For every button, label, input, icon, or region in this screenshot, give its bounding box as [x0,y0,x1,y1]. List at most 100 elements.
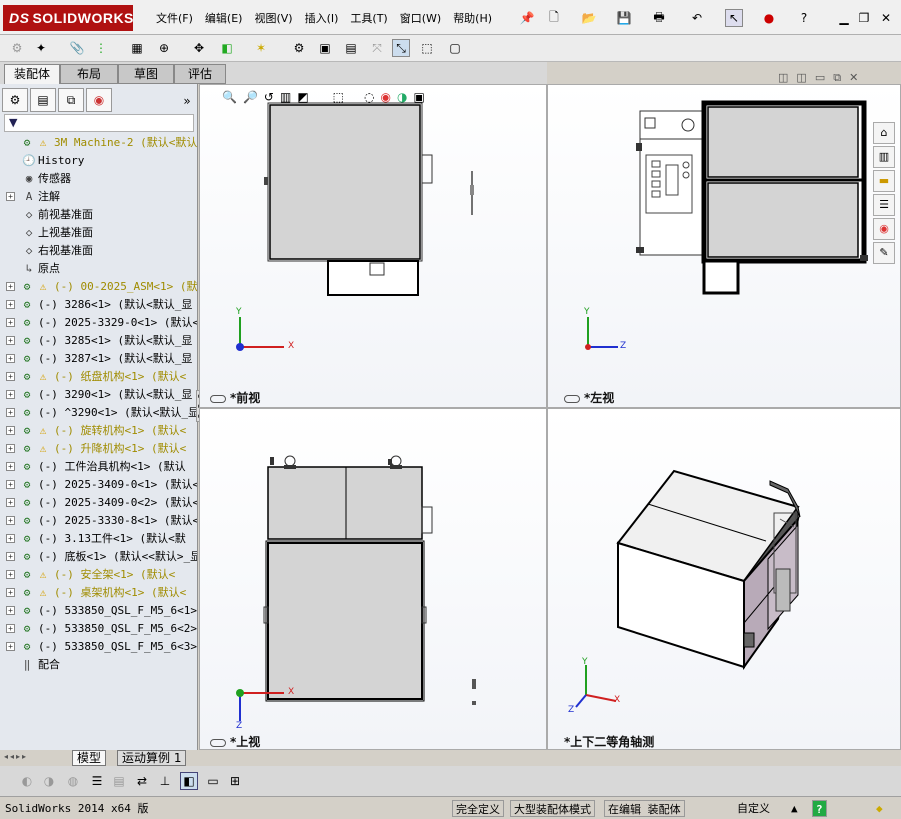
snapshot-icon[interactable]: ▢ [446,39,464,57]
tree-item[interactable]: ◇ 前视基准面 [0,206,197,224]
scene-icon[interactable]: ◑ [397,90,407,110]
expand-toggle-icon[interactable]: + [6,624,15,633]
expand-toggle-icon[interactable]: + [6,318,15,327]
close-view-icon[interactable]: ✕ [849,71,858,85]
tree-item[interactable]: + ⚙ (-) 533850_QSL_F_M5_6<2> [0,620,197,638]
filter-icon[interactable]: ▼ [9,116,17,129]
expand-panel-icon[interactable]: » [178,92,196,110]
menu-window[interactable]: 窗口(W) [394,10,447,26]
tab-layout[interactable]: 布局 [60,64,118,84]
expand-toggle-icon[interactable]: + [6,282,15,291]
status-units[interactable]: 自定义 [734,800,773,817]
restore-icon[interactable]: ❐ [855,9,873,27]
tree-item[interactable]: + ⚙ ⚠ (-) 旋转机构<1> (默认< [0,422,197,440]
display-style-icon[interactable]: ◌ [364,90,374,110]
smart-fasteners-icon[interactable]: ⊕ [155,39,173,57]
solidworks-logo[interactable]: DS SOLIDWORKS [3,5,133,31]
linear-pattern-icon[interactable]: ▦ [128,39,146,57]
rebuild-all-icon[interactable]: ◍ [64,772,82,790]
smart-dimension-icon[interactable]: ◑ [40,772,58,790]
tab-evaluate[interactable]: 评估 [174,64,226,84]
rebuild-icon[interactable]: ● [760,9,778,27]
appearances-icon[interactable]: ◉ [873,218,895,240]
expand-toggle-icon[interactable]: + [6,480,15,489]
tab-sketch[interactable]: 草图 [118,64,174,84]
view-palette-icon[interactable]: ☰ [873,194,895,216]
property-manager-tab-icon[interactable]: ▤ [30,88,56,112]
expand-toggle-icon[interactable]: + [6,606,15,615]
tree-item[interactable]: ↳ 原点 [0,260,197,278]
previous-view-icon[interactable]: ↺ [264,90,274,110]
expand-toggle-icon[interactable]: + [6,426,15,435]
mate-icon[interactable]: ⋮ [92,39,110,57]
expand-toggle-icon[interactable]: + [6,498,15,507]
viewport-front[interactable]: Y X *前视 [199,84,547,408]
tab-motion-study-1[interactable]: 运动算例 1 [117,750,187,766]
display-manager-tab-icon[interactable]: ◉ [86,88,112,112]
tree-item[interactable]: + A 注解 [0,188,197,206]
section-view-icon[interactable]: ▥ [280,90,291,110]
expand-toggle-icon[interactable]: + [6,552,15,561]
expand-toggle-icon[interactable]: + [6,408,15,417]
table-icon[interactable]: ▤ [110,772,128,790]
zoom-to-fit-icon[interactable]: 🔍 [222,90,237,110]
tree-item[interactable]: + ⚙ (-) ^3290<1> (默认<默认_显 [0,404,197,422]
viewport-top[interactable]: X Z *上视 [199,408,547,750]
expand-toggle-icon[interactable]: + [6,390,15,399]
menu-view[interactable]: 视图(V) [248,10,298,26]
file-explorer-icon[interactable]: ▬ [873,170,895,192]
menu-edit[interactable]: 编辑(E) [199,10,249,26]
tree-item[interactable]: + ⚙ ⚠ (-) 纸盘机构<1> (默认< [0,368,197,386]
tab-scroll-arrows[interactable]: ◂◂▸▸ [4,752,28,761]
tab-model[interactable]: 模型 [72,750,107,766]
configuration-manager-tab-icon[interactable]: ⧉ [58,88,84,112]
tree-item[interactable]: + ⚙ (-) 3285<1> (默认<默认_显 [0,332,197,350]
tree-item[interactable]: + ⚙ ⚠ (-) 00-2025_ASM<1> (默认 [0,278,197,296]
custom-properties-icon[interactable]: ✎ [873,242,895,264]
tree-item[interactable]: + ⚙ (-) 2025-3330-8<1> (默认< [0,512,197,530]
expand-toggle-icon[interactable]: + [6,642,15,651]
tree-item[interactable]: + ⚙ (-) 533850_QSL_F_M5_6<1> [0,602,197,620]
menu-file[interactable]: 文件(F) [150,10,199,26]
save-icon[interactable]: 💾 [615,9,633,27]
dimension-icon[interactable]: ⊥ [156,772,174,790]
view-settings-icon[interactable]: ▣ [413,90,424,110]
feature-manager-tab-icon[interactable]: ⚙ [2,88,28,112]
view-orientation-icon[interactable]: ⬚ [333,90,344,110]
help-icon[interactable]: ? [795,9,813,27]
tree-item[interactable]: ‖ 配合 [0,656,197,674]
view-cube-icon[interactable]: ◧ [180,772,198,790]
zoom-area-icon[interactable]: 🔎 [243,90,258,110]
new-document-icon[interactable]: 🗋 [545,9,563,27]
expand-toggle-icon[interactable]: + [6,372,15,381]
tree-item[interactable]: 🕘 History [0,152,197,170]
speedpak-icon[interactable]: ⬚ [418,39,436,57]
open-icon[interactable]: 📂 [580,9,598,27]
units-dropdown-icon[interactable]: ▲ [788,800,801,817]
expand-toggle-icon[interactable]: + [6,516,15,525]
exploded-view-icon[interactable]: ⤧ [368,39,386,57]
tree-item[interactable]: + ⚙ ⚠ (-) 安全架<1> (默认< [0,566,197,584]
two-view-icon[interactable]: ◫ [796,71,806,85]
move-component-icon[interactable]: ✥ [190,39,208,57]
tree-item[interactable]: + ⚙ (-) 3287<1> (默认<默认_显 [0,350,197,368]
window-split-icon[interactable]: ▭ [204,772,222,790]
paperclip-icon[interactable]: 📎 [68,39,86,57]
link-views-icon[interactable] [564,394,580,403]
tree-filter[interactable]: ▼ [4,114,194,132]
tree-item[interactable]: ◉ 传感器 [0,170,197,188]
link-views-icon[interactable] [210,738,226,747]
minimize-icon[interactable]: ▁ [835,9,853,27]
viewport-isometric[interactable]: Y X Z *上下二等角轴测 [547,408,901,750]
tree-item[interactable]: ◇ 上视基准面 [0,224,197,242]
tree-item[interactable]: + ⚙ (-) 3.13工件<1> (默认<默 [0,530,197,548]
expand-toggle-icon[interactable]: + [6,300,15,309]
select-icon[interactable]: ↖ [725,9,743,27]
minimize-view-icon[interactable]: ▭ [815,71,825,85]
tree-item[interactable]: + ⚙ (-) 533850_QSL_F_M5_6<3> [0,638,197,656]
tree-item[interactable]: + ⚙ (-) 3290<1> (默认<默认_显 [0,386,197,404]
tree-item[interactable]: ◇ 右视基准面 [0,242,197,260]
undo-icon[interactable]: ↶ [688,9,706,27]
link-views-icon[interactable] [210,394,226,403]
expand-toggle-icon[interactable]: + [6,462,15,471]
